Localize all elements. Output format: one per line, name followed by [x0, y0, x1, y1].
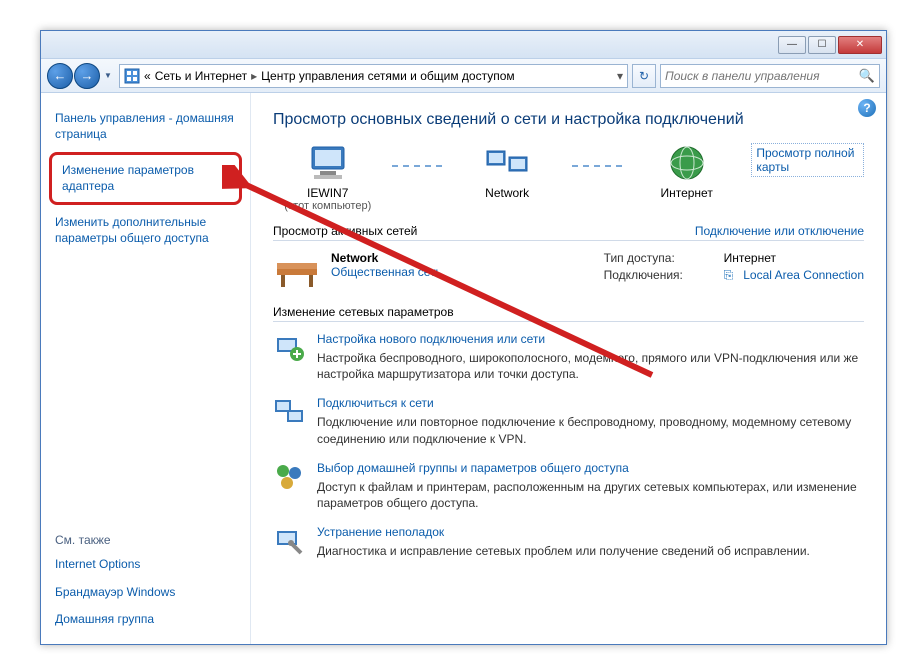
network-devices-icon — [485, 143, 529, 183]
map-pc-label: IEWIN7 — [273, 186, 382, 200]
maximize-button[interactable]: ☐ — [808, 36, 836, 54]
task-troubleshoot: Устранение неполадок Диагностика и испра… — [273, 525, 864, 559]
network-info: Network Общественная сеть — [331, 251, 442, 291]
access-type-value: Интернет — [724, 251, 776, 265]
connection-link[interactable]: Local Area Connection — [743, 268, 864, 283]
map-network-label: Network — [452, 186, 561, 200]
main-panel: ? Просмотр основных сведений о сети и на… — [251, 93, 886, 644]
forward-button[interactable]: → — [74, 63, 100, 89]
task-title-link[interactable]: Устранение неполадок — [317, 525, 810, 539]
back-button[interactable]: ← — [47, 63, 73, 89]
map-connector — [572, 165, 622, 167]
access-type-label: Тип доступа: — [604, 251, 714, 265]
task-desc: Подключение или повторное подключение к … — [317, 414, 864, 446]
search-box[interactable]: 🔍 — [660, 64, 880, 88]
task-new-connection: Настройка нового подключения или сети На… — [273, 332, 864, 382]
sidebar: Панель управления - домашняя страница Из… — [41, 93, 251, 644]
address-bar[interactable]: « Сеть и Интернет ▸ Центр управления сет… — [119, 64, 628, 88]
new-connection-icon — [273, 332, 305, 364]
connections-label: Подключения: — [604, 268, 714, 283]
breadcrumb-separator-icon: ▸ — [251, 69, 257, 83]
close-button[interactable]: ✕ — [838, 36, 882, 54]
task-title-link[interactable]: Настройка нового подключения или сети — [317, 332, 864, 346]
control-panel-window: — ☐ ✕ ← → ▼ « Сеть и Интернет ▸ Центр уп… — [40, 30, 887, 645]
sidebar-item-adapter-settings[interactable]: Изменение параметров адаптера — [49, 152, 242, 205]
see-also-heading: См. также — [41, 529, 250, 551]
sidebar-link-homegroup[interactable]: Домашняя группа — [41, 606, 250, 634]
sidebar-see-also: См. также Internet Options Брандмауэр Wi… — [41, 529, 250, 634]
sidebar-link-firewall[interactable]: Брандмауэр Windows — [41, 579, 250, 607]
task-homegroup: Выбор домашней группы и параметров общег… — [273, 461, 864, 511]
nav-arrows: ← → ▼ — [47, 63, 115, 89]
ethernet-icon: ⎘ — [724, 268, 734, 283]
bench-icon — [273, 251, 321, 291]
history-dropdown-icon[interactable]: ▼ — [101, 67, 115, 85]
task-desc: Настройка беспроводного, широкополосного… — [317, 350, 864, 382]
homegroup-icon — [273, 461, 305, 493]
titlebar: — ☐ ✕ — [41, 31, 886, 59]
task-desc: Доступ к файлам и принтерам, расположенн… — [317, 479, 864, 511]
help-icon[interactable]: ? — [858, 99, 876, 117]
sidebar-item-advanced-sharing[interactable]: Изменить дополнительные параметры общего… — [41, 209, 250, 252]
map-internet-label: Интернет — [632, 186, 741, 200]
view-full-map-link[interactable]: Просмотр полной карты — [751, 143, 864, 177]
page-title: Просмотр основных сведений о сети и наст… — [273, 111, 864, 129]
globe-icon — [665, 143, 709, 183]
map-network: Network — [452, 143, 561, 200]
network-map: IEWIN7 (этот компьютер) Network Интернет… — [273, 143, 864, 212]
connect-disconnect-link[interactable]: Подключение или отключение — [695, 224, 864, 238]
map-connector — [392, 165, 442, 167]
computer-icon — [306, 143, 350, 183]
network-name: Network — [331, 251, 442, 265]
breadcrumb-part[interactable]: Центр управления сетями и общим доступом — [261, 69, 515, 83]
network-type-link[interactable]: Общественная сеть — [331, 265, 442, 279]
search-input[interactable] — [665, 69, 859, 83]
change-settings-header: Изменение сетевых параметров — [273, 305, 864, 322]
troubleshoot-icon — [273, 525, 305, 557]
address-dropdown-icon[interactable]: ▾ — [617, 69, 623, 83]
map-this-pc: IEWIN7 (этот компьютер) — [273, 143, 382, 212]
active-networks-header: Просмотр активных сетей Подключение или … — [273, 224, 864, 241]
refresh-button[interactable]: ↻ — [632, 64, 656, 88]
minimize-button[interactable]: — — [778, 36, 806, 54]
task-title-link[interactable]: Выбор домашней группы и параметров общег… — [317, 461, 864, 475]
task-connect: Подключиться к сети Подключение или повт… — [273, 396, 864, 446]
map-internet: Интернет — [632, 143, 741, 200]
network-details: Тип доступа: Интернет Подключения: ⎘ Loc… — [604, 251, 864, 291]
map-pc-sublabel: (этот компьютер) — [273, 200, 382, 212]
task-desc: Диагностика и исправление сетевых пробле… — [317, 543, 810, 559]
change-settings-label: Изменение сетевых параметров — [273, 305, 454, 319]
control-panel-icon — [124, 68, 140, 84]
active-network-row: Network Общественная сеть Тип доступа: И… — [273, 251, 864, 291]
sidebar-link-internet-options[interactable]: Internet Options — [41, 551, 250, 579]
navbar: ← → ▼ « Сеть и Интернет ▸ Центр управлен… — [41, 59, 886, 93]
breadcrumb-prefix: « — [144, 69, 151, 83]
connect-network-icon — [273, 396, 305, 428]
active-networks-label: Просмотр активных сетей — [273, 224, 417, 238]
search-icon: 🔍 — [859, 68, 875, 84]
content-area: Панель управления - домашняя страница Из… — [41, 93, 886, 644]
breadcrumb-part[interactable]: Сеть и Интернет — [155, 69, 247, 83]
task-title-link[interactable]: Подключиться к сети — [317, 396, 864, 410]
sidebar-home-link[interactable]: Панель управления - домашняя страница — [41, 105, 250, 148]
